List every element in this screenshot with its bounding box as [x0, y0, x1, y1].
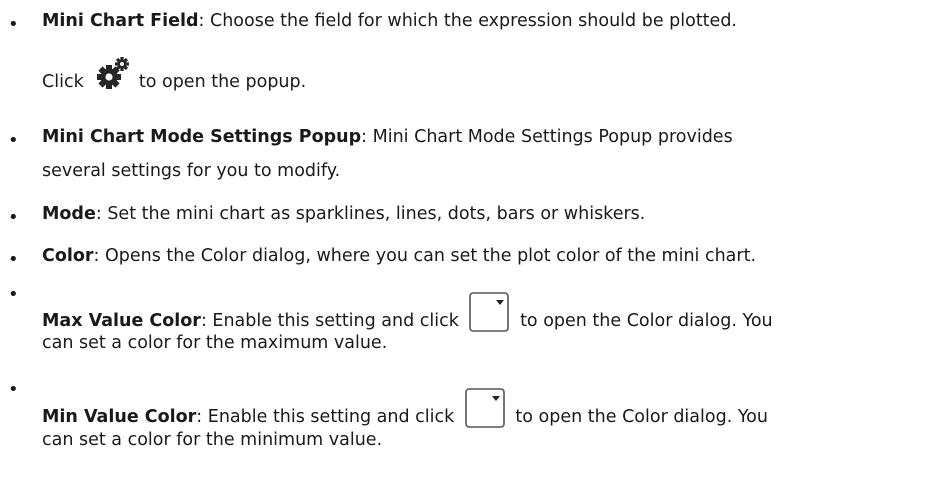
bullet: •: [8, 14, 19, 35]
item-description-continued: can set a color for the maximum value.: [42, 333, 388, 353]
item-line-1: Color: Opens the Color dialog, where you…: [42, 246, 757, 266]
item-description: Enable this setting and click: [202, 407, 455, 427]
item-description-continued: several settings for you to modify.: [42, 161, 341, 181]
item-line-2: several settings for you to modify.: [42, 161, 341, 181]
item-line-1: Mini Chart Mode Settings Popup: Mini Cha…: [42, 127, 733, 147]
bullet: •: [8, 130, 19, 151]
term-label: Mode: [42, 204, 96, 224]
click-text: Click: [42, 72, 84, 92]
item-line-2: can set a color for the maximum value.: [42, 333, 388, 353]
dropdown-icon[interactable]: [465, 388, 505, 428]
bullet: •: [8, 249, 19, 270]
bullet: •: [8, 284, 19, 305]
item-description-after: to open the Color dialog. You: [515, 407, 768, 427]
item-line-2: Click to open the popup.: [42, 57, 307, 101]
gear-icon[interactable]: [93, 55, 131, 93]
item-description-continued: can set a color for the minimum value.: [42, 430, 383, 450]
dropdown-icon[interactable]: [469, 292, 510, 332]
item-line-1: Mode: Set the mini chart as sparklines, …: [42, 204, 646, 224]
item-line-1: Mini Chart Field: Choose the field for w…: [42, 11, 737, 31]
item-description: Opens the Color dialog, where you can se…: [99, 246, 757, 266]
bullet: •: [8, 379, 19, 400]
item-description: Set the mini chart as sparklines, lines,…: [101, 204, 646, 224]
bullet: •: [8, 207, 19, 228]
item-description-after: to open the Color dialog. You: [520, 311, 773, 331]
item-description: Mini Chart Mode Settings Popup provides: [367, 127, 733, 147]
click-text-after: to open the popup.: [138, 72, 307, 92]
term-label: Min Value Color: [42, 407, 197, 427]
term-label: Color: [42, 246, 94, 266]
term-label: Mini Chart Field: [42, 11, 199, 31]
item-line-2: can set a color for the minimum value.: [42, 430, 383, 450]
item-description: Enable this setting and click: [206, 311, 459, 331]
item-description: Choose the field for which the expressio…: [204, 11, 737, 31]
term-label: Mini Chart Mode Settings Popup: [42, 127, 362, 147]
term-label: Max Value Color: [42, 311, 201, 331]
